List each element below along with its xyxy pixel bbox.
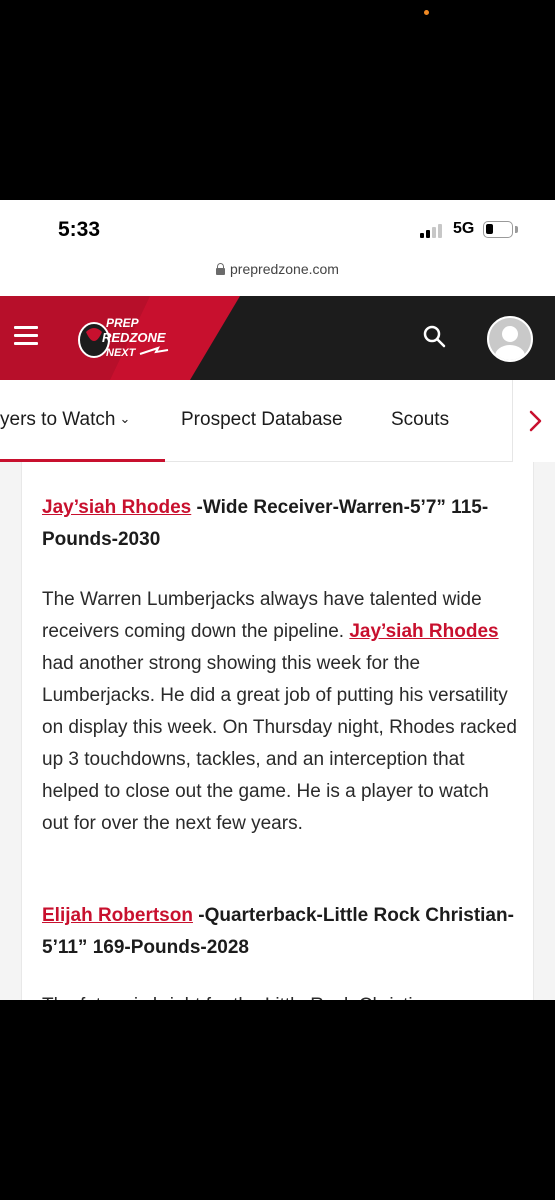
privacy-indicator-dot xyxy=(424,10,429,15)
nav-scroll-right-button[interactable] xyxy=(512,380,555,462)
player1-name-link[interactable]: Jay’siah Rhodes xyxy=(42,497,191,518)
tab-scouts[interactable]: Scouts xyxy=(391,380,449,462)
bottom-black-region xyxy=(0,1000,555,1200)
url-bar[interactable]: prepredzone.com xyxy=(0,258,555,294)
battery-tip xyxy=(515,226,518,233)
player2-name-link[interactable]: Elijah Robertson xyxy=(42,905,193,926)
top-black-region xyxy=(0,0,555,200)
hamburger-icon[interactable] xyxy=(14,326,38,346)
player2-heading: Elijah Robertson -Quarterback-Little Roc… xyxy=(42,900,517,964)
tab-players-to-watch[interactable]: yers to Watch ⌄ xyxy=(0,380,165,462)
article-card: Jay’siah Rhodes -Wide Receiver-Warren-5’… xyxy=(21,462,534,1000)
user-avatar-icon[interactable] xyxy=(487,316,533,362)
svg-text:REDZONE: REDZONE xyxy=(102,330,166,345)
player1-body-after: had another strong showing this week for… xyxy=(42,653,517,834)
site-header: PREP REDZONE NEXT xyxy=(0,296,555,380)
signal-icon xyxy=(420,224,444,238)
network-label: 5G xyxy=(453,220,475,237)
chevron-right-icon xyxy=(529,410,542,432)
search-icon[interactable] xyxy=(422,324,448,350)
battery-icon xyxy=(483,221,513,238)
tab-prospect-database[interactable]: Prospect Database xyxy=(181,380,343,462)
lock-icon xyxy=(216,263,226,275)
player2-paragraph-cutoff: The future is bright for the Little Rock… xyxy=(42,990,517,1000)
phone-screen: 5:33 5G prepredzone.com PREP REDZONE NEX… xyxy=(0,200,555,1000)
tab-players-label: yers to Watch xyxy=(0,409,116,430)
player1-body-link[interactable]: Jay’siah Rhodes xyxy=(349,621,498,642)
player1-paragraph: The Warren Lumberjacks always have talen… xyxy=(42,584,517,840)
svg-text:PREP: PREP xyxy=(106,316,140,330)
status-bar: 5:33 5G xyxy=(0,200,555,258)
player1-heading: Jay’siah Rhodes -Wide Receiver-Warren-5’… xyxy=(42,492,517,556)
status-time: 5:33 xyxy=(58,218,101,241)
prep-redzone-next-logo[interactable]: PREP REDZONE NEXT xyxy=(78,310,178,366)
chevron-down-icon: ⌄ xyxy=(119,411,131,426)
url-text[interactable]: prepredzone.com xyxy=(230,261,339,277)
section-nav: yers to Watch ⌄ Prospect Database Scouts xyxy=(0,380,555,462)
svg-text:NEXT: NEXT xyxy=(106,347,137,359)
